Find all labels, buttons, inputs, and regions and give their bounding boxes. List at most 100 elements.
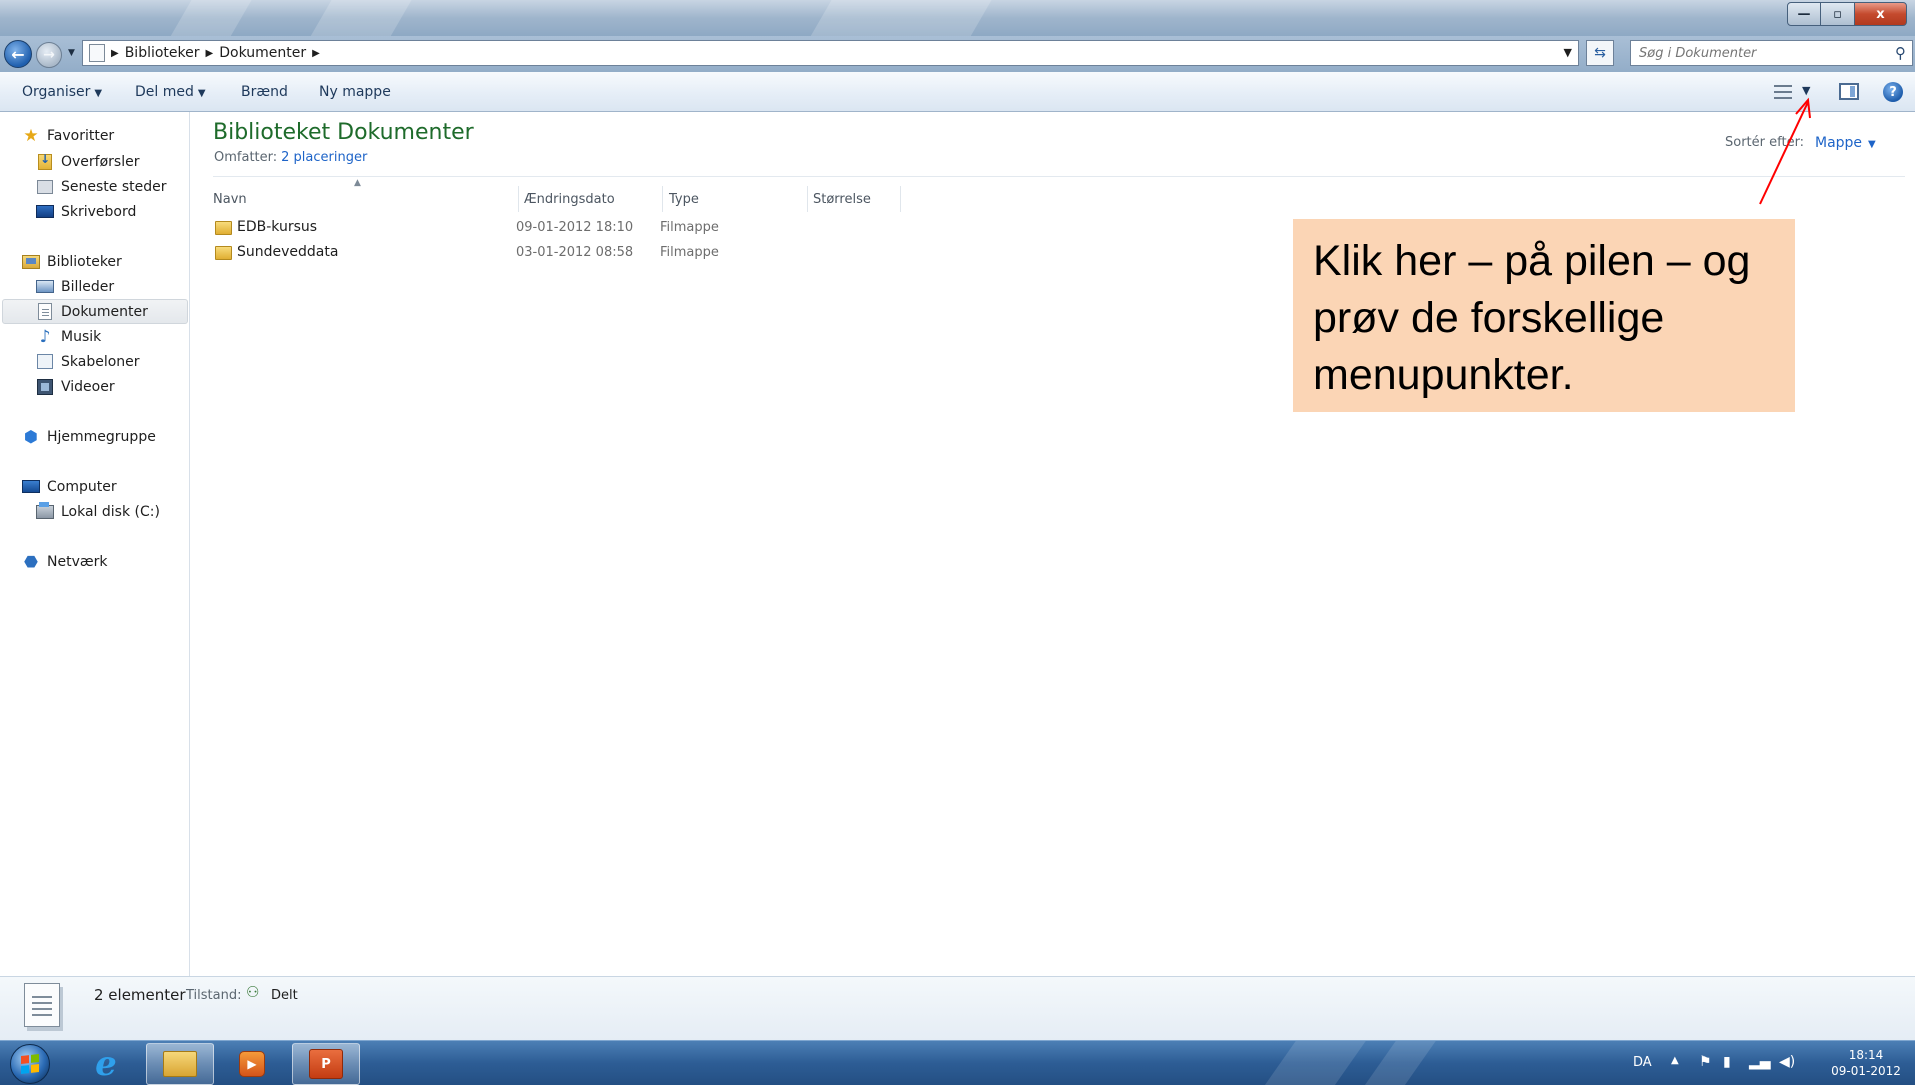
refresh-icon: ⇆ bbox=[1594, 45, 1606, 61]
maximize-button[interactable]: ▫ bbox=[1821, 2, 1855, 26]
nav-network[interactable]: ⬣ Netværk bbox=[22, 549, 107, 574]
search-input[interactable] bbox=[1639, 45, 1879, 61]
refresh-button[interactable]: ⇆ bbox=[1586, 40, 1614, 66]
column-header-size[interactable]: Størrelse bbox=[813, 186, 901, 212]
state-value: Delt bbox=[271, 988, 298, 1003]
nav-computer[interactable]: Computer bbox=[22, 474, 117, 499]
library-title: Biblioteket Dokumenter bbox=[213, 120, 474, 145]
arrow-right-icon: → bbox=[43, 47, 55, 63]
system-tray: DA ▲ ⚑ ▮ ▂▄ ◀) 18:14 09-01-2012 bbox=[1615, 1041, 1915, 1085]
recent-places-icon bbox=[36, 179, 54, 195]
network-signal-icon[interactable]: ▂▄ bbox=[1749, 1054, 1771, 1070]
burn-button[interactable]: Brænd bbox=[241, 84, 288, 100]
library-includes-label: Omfatter: bbox=[214, 150, 278, 165]
navigation-pane: ★ Favoritter Overførsler Seneste steder S… bbox=[0, 112, 190, 976]
clock[interactable]: 18:14 09-01-2012 bbox=[1823, 1047, 1909, 1079]
nav-downloads[interactable]: Overførsler bbox=[36, 149, 139, 174]
downloads-folder-icon bbox=[36, 152, 54, 170]
nav-desktop[interactable]: Skrivebord bbox=[36, 199, 136, 224]
nav-videos[interactable]: Videoer bbox=[36, 374, 115, 399]
nav-favorites-label: Favoritter bbox=[47, 127, 115, 144]
breadcrumb-separator-icon[interactable]: ▶ bbox=[206, 48, 214, 59]
chevron-down-icon: ▼ bbox=[94, 88, 103, 99]
file-modified: 03-01-2012 08:58 bbox=[516, 245, 634, 260]
close-button[interactable]: x bbox=[1855, 2, 1907, 26]
file-modified: 09-01-2012 18:10 bbox=[516, 220, 634, 235]
templates-icon bbox=[36, 354, 54, 370]
nav-local-disk-label: Lokal disk (C:) bbox=[61, 503, 160, 520]
sort-by-dropdown[interactable]: Mappe ▼ bbox=[1815, 135, 1876, 151]
file-name: Sundeveddata bbox=[237, 244, 339, 260]
clock-time: 18:14 bbox=[1848, 1048, 1884, 1062]
volume-icon[interactable]: ◀) bbox=[1779, 1054, 1795, 1070]
search-box[interactable]: ⚲ bbox=[1630, 40, 1913, 66]
power-icon[interactable]: ▮ bbox=[1723, 1054, 1731, 1070]
shared-users-icon: ⚇ bbox=[246, 983, 260, 1001]
preview-pane-icon[interactable] bbox=[1839, 83, 1859, 100]
address-history-dropdown-icon[interactable]: ▼ bbox=[1564, 46, 1572, 59]
taskbar-media-player[interactable]: ▶ bbox=[218, 1043, 286, 1085]
library-locations-link[interactable]: 2 placeringer bbox=[281, 150, 367, 165]
share-with-menu[interactable]: Del med ▼ bbox=[135, 84, 206, 100]
chevron-down-icon: ▼ bbox=[197, 88, 206, 99]
start-button[interactable] bbox=[10, 1044, 50, 1084]
nav-homegroup[interactable]: ⬢ Hjemmegruppe bbox=[22, 424, 156, 449]
taskbar-windows-explorer[interactable] bbox=[146, 1043, 214, 1085]
instruction-callout: Klik her – på pilen – og prøv de forskel… bbox=[1293, 219, 1795, 412]
pictures-icon bbox=[36, 279, 54, 295]
nav-favorites[interactable]: ★ Favoritter bbox=[22, 123, 114, 148]
breadcrumb-documents[interactable]: Dokumenter bbox=[219, 45, 306, 61]
document-library-icon bbox=[24, 983, 60, 1027]
file-row[interactable]: EDB-kursus 09-01-2012 18:10 Filmappe bbox=[213, 217, 773, 239]
details-pane: 2 elementer Tilstand: ⚇ Delt bbox=[0, 976, 1915, 1040]
nav-videos-label: Videoer bbox=[61, 378, 115, 395]
item-count: 2 elementer bbox=[94, 986, 186, 1004]
language-indicator[interactable]: DA bbox=[1633, 1055, 1652, 1070]
address-bar[interactable]: ▶ Biblioteker ▶ Dokumenter ▶ ▼ bbox=[82, 40, 1579, 66]
breadcrumb-libraries[interactable]: Biblioteker bbox=[125, 45, 200, 61]
command-bar: Organiser ▼ Del med ▼ Brænd Ny mappe ▼ ? bbox=[0, 72, 1915, 112]
internet-explorer-icon: e bbox=[95, 1044, 117, 1084]
hard-disk-icon bbox=[36, 501, 54, 520]
sort-by-value: Mappe bbox=[1815, 135, 1863, 151]
nav-computer-label: Computer bbox=[47, 478, 117, 495]
windows-logo-icon bbox=[21, 1054, 39, 1074]
recent-pages-dropdown[interactable]: ▼ bbox=[68, 48, 75, 58]
nav-documents-label: Dokumenter bbox=[61, 303, 148, 320]
videos-icon bbox=[36, 378, 54, 395]
nav-pictures[interactable]: Billeder bbox=[36, 274, 114, 299]
help-icon[interactable]: ? bbox=[1883, 82, 1903, 102]
powerpoint-icon: P bbox=[309, 1049, 343, 1079]
minimize-button[interactable]: — bbox=[1787, 2, 1821, 26]
forward-button[interactable]: → bbox=[36, 42, 62, 68]
nav-local-disk[interactable]: Lokal disk (C:) bbox=[36, 499, 160, 524]
computer-icon bbox=[22, 479, 40, 495]
action-center-flag-icon[interactable]: ⚑ bbox=[1699, 1054, 1712, 1070]
folder-icon bbox=[163, 1051, 197, 1077]
nav-music[interactable]: ♪ Musik bbox=[36, 324, 102, 349]
folder-icon bbox=[215, 221, 232, 235]
breadcrumb-separator-icon[interactable]: ▶ bbox=[111, 48, 119, 59]
taskbar: e ▶ P DA ▲ ⚑ ▮ ▂▄ ◀) 18:14 09-01-2012 bbox=[0, 1040, 1915, 1085]
callout-arrow bbox=[1759, 97, 1811, 205]
column-header-type[interactable]: Type bbox=[669, 186, 808, 212]
taskbar-internet-explorer[interactable]: e bbox=[72, 1043, 140, 1085]
nav-documents[interactable]: Dokumenter bbox=[2, 299, 188, 324]
column-header-date-modified[interactable]: Ændringsdato bbox=[524, 186, 663, 212]
search-icon[interactable]: ⚲ bbox=[1895, 44, 1906, 62]
nav-downloads-label: Overførsler bbox=[61, 153, 140, 170]
back-button[interactable]: ← bbox=[4, 40, 32, 68]
taskbar-powerpoint[interactable]: P bbox=[292, 1043, 360, 1085]
breadcrumb-separator-icon[interactable]: ▶ bbox=[312, 48, 320, 59]
show-hidden-icons-icon[interactable]: ▲ bbox=[1671, 1055, 1679, 1066]
file-row[interactable]: Sundeveddata 03-01-2012 08:58 Filmappe bbox=[213, 242, 773, 264]
nav-desktop-label: Skrivebord bbox=[61, 203, 137, 220]
nav-libraries[interactable]: Biblioteker bbox=[22, 249, 122, 274]
nav-templates[interactable]: Skabeloner bbox=[36, 349, 140, 374]
nav-recent-places[interactable]: Seneste steder bbox=[36, 174, 167, 199]
organize-menu[interactable]: Organiser ▼ bbox=[22, 84, 102, 100]
column-header-name[interactable]: Navn bbox=[213, 186, 519, 212]
new-folder-button[interactable]: Ny mappe bbox=[319, 84, 391, 100]
star-icon: ★ bbox=[23, 125, 39, 146]
clock-date: 09-01-2012 bbox=[1831, 1064, 1901, 1078]
